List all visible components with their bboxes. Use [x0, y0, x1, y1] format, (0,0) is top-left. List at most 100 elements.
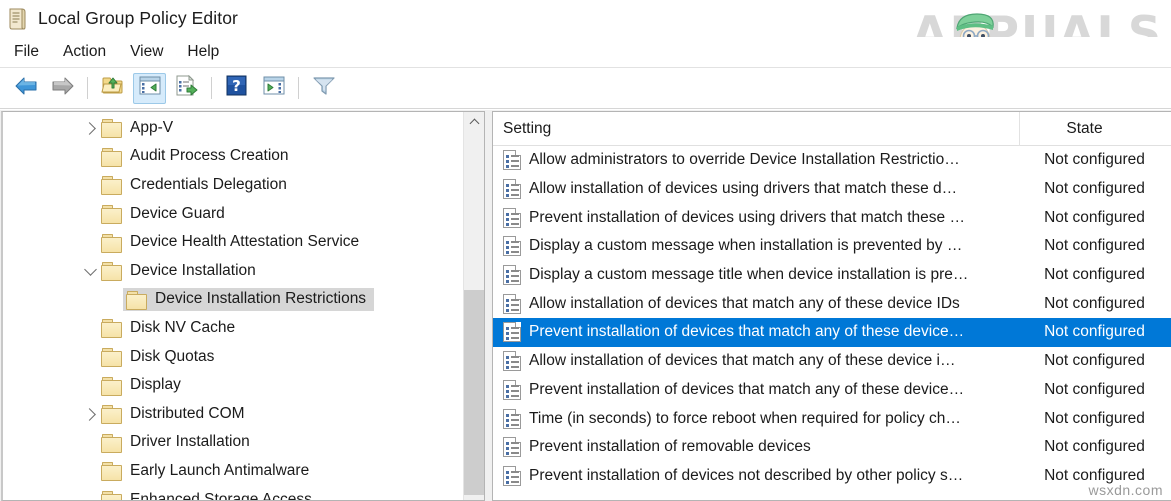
policy-setting-icon [503, 179, 521, 199]
tree-item-label: App-V [129, 119, 173, 136]
menu-file[interactable]: File [4, 40, 49, 64]
column-header-setting[interactable]: Setting [493, 112, 1020, 146]
toolbar-separator-1 [87, 77, 88, 99]
tree-item-label: Audit Process Creation [129, 147, 289, 164]
folder-icon [101, 176, 121, 193]
tree-expander-placeholder [79, 200, 101, 228]
settings-list-row[interactable]: Display a custom message when installati… [493, 232, 1171, 261]
filter-button[interactable] [307, 73, 340, 104]
setting-name: Allow installation of devices that match… [529, 295, 1040, 313]
settings-list-row[interactable]: Allow installation of devices that match… [493, 289, 1171, 318]
tree-item-label-box: Driver Installation [101, 431, 256, 454]
tree-item[interactable]: Early Launch Antimalware [3, 457, 458, 486]
tree-expander-placeholder [79, 343, 101, 371]
show-hide-console-tree-button[interactable] [133, 73, 166, 104]
chevron-right-icon[interactable] [79, 400, 101, 428]
tree-item[interactable]: Device Guard [3, 200, 458, 229]
forward-button[interactable] [46, 73, 79, 104]
tree-item-label: Device Installation [129, 262, 256, 279]
forward-icon [51, 76, 75, 101]
tree-vertical-scrollbar[interactable] [463, 112, 484, 500]
setting-name: Prevent installation of devices using dr… [529, 209, 1040, 227]
tree-item-label-box: Distributed COM [101, 403, 251, 426]
setting-name: Time (in seconds) to force reboot when r… [529, 410, 1040, 428]
folder-icon [101, 148, 121, 165]
export-list-button[interactable] [170, 73, 203, 104]
tree-item[interactable]: Distributed COM [3, 400, 458, 429]
tree-item-label-box: Device Guard [101, 203, 231, 226]
menu-view[interactable]: View [120, 40, 173, 64]
up-one-level-icon [101, 75, 125, 101]
title-bar: Local Group Policy Editor [0, 0, 1171, 37]
help-icon: ? [226, 75, 247, 101]
settings-list-row[interactable]: Allow administrators to override Device … [493, 146, 1171, 175]
tree-item-label: Credentials Delegation [129, 176, 287, 193]
settings-list-row[interactable]: Display a custom message title when devi… [493, 261, 1171, 290]
folder-icon [101, 205, 121, 222]
settings-list-row[interactable]: Allow installation of devices that match… [493, 347, 1171, 376]
settings-list-header: Setting State [493, 112, 1171, 146]
scrollbar-thumb[interactable] [464, 290, 485, 495]
settings-list-row[interactable]: Allow installation of devices using driv… [493, 175, 1171, 204]
tree-item[interactable]: Device Health Attestation Service [3, 228, 458, 257]
tree-item-label: Device Health Attestation Service [129, 233, 359, 250]
svg-text:?: ? [232, 77, 241, 95]
show-hide-action-pane-button[interactable] [257, 73, 290, 104]
tree-item-label: Device Guard [129, 205, 225, 222]
settings-list-row[interactable]: Prevent installation of devices that mat… [493, 376, 1171, 405]
help-button[interactable]: ? [220, 73, 253, 104]
policy-setting-icon [503, 265, 521, 285]
folder-icon [101, 491, 121, 501]
column-header-state[interactable]: State [1020, 112, 1171, 146]
show-hide-console-tree-icon [139, 76, 161, 100]
chevron-right-icon[interactable] [79, 114, 101, 142]
back-button[interactable] [9, 73, 42, 104]
settings-list-row[interactable]: Prevent installation of removable device… [493, 433, 1171, 462]
toolbar: ? [0, 68, 1171, 109]
up-one-level-button[interactable] [96, 73, 129, 104]
settings-list-row[interactable]: Time (in seconds) to force reboot when r… [493, 404, 1171, 433]
tree-item-label: Early Launch Antimalware [129, 462, 309, 479]
tree-item[interactable]: Driver Installation [3, 429, 458, 458]
tree-item[interactable]: Disk NV Cache [3, 314, 458, 343]
menu-action[interactable]: Action [53, 40, 116, 64]
tree-expander-placeholder [79, 143, 101, 171]
folder-icon [101, 377, 121, 394]
tree-expander-placeholder [79, 314, 101, 342]
policy-setting-icon [503, 380, 521, 400]
tree-item-label: Enhanced Storage Access [129, 491, 312, 501]
tree-item-label-box: Disk Quotas [101, 346, 220, 369]
tree-item[interactable]: App-V [3, 114, 458, 143]
tree-item[interactable]: Enhanced Storage Access [3, 486, 458, 501]
tree-item-label-box: App-V [101, 117, 179, 140]
tree-expander-placeholder [79, 372, 101, 400]
folder-icon [126, 291, 146, 308]
show-hide-action-pane-icon [263, 76, 285, 100]
tree-item-label-box: Audit Process Creation [101, 145, 295, 168]
folder-icon [101, 434, 121, 451]
tree-item-label-box: Enhanced Storage Access [101, 489, 318, 501]
scroll-up-button[interactable] [464, 112, 485, 131]
settings-list-row[interactable]: Prevent installation of devices that mat… [493, 318, 1171, 347]
setting-name: Prevent installation of devices that mat… [529, 381, 1040, 399]
tree-item[interactable]: Device Installation [3, 257, 458, 286]
chevron-down-icon[interactable] [79, 257, 101, 285]
tree-item[interactable]: Audit Process Creation [3, 143, 458, 172]
settings-list-row[interactable]: Prevent installation of devices using dr… [493, 203, 1171, 232]
setting-state: Not configured [1040, 352, 1171, 370]
setting-name: Allow administrators to override Device … [529, 151, 1040, 169]
folder-icon [101, 405, 121, 422]
tree-item[interactable]: Credentials Delegation [3, 171, 458, 200]
tree-item[interactable]: Disk Quotas [3, 343, 458, 372]
setting-name: Prevent installation of devices that mat… [529, 323, 1040, 341]
tree-item-label: Driver Installation [129, 433, 250, 450]
content-area: App-V Audit Process Creation Credentials D… [0, 110, 1171, 501]
tree-item[interactable]: Display [3, 371, 458, 400]
settings-list-row[interactable]: Prevent installation of devices not desc… [493, 462, 1171, 491]
tree-item[interactable]: Device Installation Restrictions [3, 286, 458, 315]
setting-state: Not configured [1040, 438, 1171, 456]
setting-name: Display a custom message title when devi… [529, 266, 1040, 284]
menu-bar: File Action View Help [0, 37, 1171, 68]
tree-item-label-box: Credentials Delegation [101, 174, 293, 197]
menu-help[interactable]: Help [177, 40, 229, 64]
